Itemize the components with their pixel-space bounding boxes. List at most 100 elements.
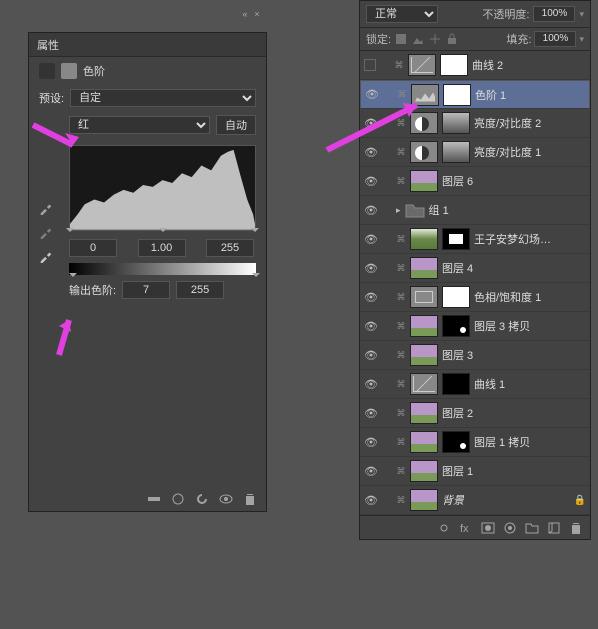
layer-name[interactable]: 图层 2: [442, 405, 473, 421]
white-point-eyedropper-icon[interactable]: [39, 249, 53, 263]
opacity-field[interactable]: 100%: [533, 6, 575, 22]
layer-name[interactable]: 王子安梦幻场…: [474, 231, 551, 247]
layer-row[interactable]: 👁⌘背景🔒: [360, 486, 590, 515]
fill-field[interactable]: 100%: [534, 31, 576, 47]
input-gamma-field[interactable]: 1.00: [138, 239, 186, 257]
group-expand-icon[interactable]: ▸: [396, 205, 401, 216]
layer-row[interactable]: 👁⌘色相/饱和度 1: [360, 283, 590, 312]
layer-row[interactable]: 👁⌘色阶 1: [360, 80, 590, 109]
link-layers-icon[interactable]: [436, 520, 452, 536]
layer-name[interactable]: 曲线 2: [472, 57, 503, 73]
group-icon[interactable]: [524, 520, 540, 536]
layer-thumbnail[interactable]: [410, 286, 438, 308]
input-white-field[interactable]: 255: [206, 239, 254, 257]
output-white-field[interactable]: 255: [176, 281, 224, 299]
layer-row[interactable]: 👁⌘图层 2: [360, 399, 590, 428]
visibility-toggle-icon[interactable]: 👁: [364, 203, 378, 217]
layer-row[interactable]: 👁⌘图层 1: [360, 457, 590, 486]
layer-name[interactable]: 图层 6: [442, 173, 473, 189]
visibility-toggle-icon[interactable]: 👁: [364, 145, 378, 159]
delete-icon[interactable]: [242, 491, 258, 507]
collapse-icon[interactable]: «: [240, 9, 250, 19]
visibility-toggle-icon[interactable]: 👁: [364, 377, 378, 391]
layer-name[interactable]: 色相/饱和度 1: [474, 289, 541, 305]
layer-row[interactable]: 👁⌘王子安梦幻场…: [360, 225, 590, 254]
layer-row[interactable]: 👁⌘亮度/对比度 1: [360, 138, 590, 167]
layer-mask-thumbnail[interactable]: [442, 286, 470, 308]
layer-row[interactable]: 👁⌘亮度/对比度 2: [360, 109, 590, 138]
histogram-display[interactable]: [69, 145, 256, 231]
black-point-eyedropper-icon[interactable]: [39, 201, 53, 215]
visibility-toggle-icon[interactable]: 👁: [364, 348, 378, 362]
visibility-toggle-icon[interactable]: 👁: [365, 88, 379, 102]
layer-checkbox[interactable]: [364, 59, 376, 71]
mask-icon[interactable]: [61, 63, 77, 79]
gray-point-eyedropper-icon[interactable]: [39, 225, 53, 239]
layer-name[interactable]: 图层 1: [442, 463, 473, 479]
layer-name[interactable]: 图层 3 拷贝: [474, 318, 530, 334]
layer-thumbnail[interactable]: [411, 84, 439, 106]
layer-mask-thumbnail[interactable]: [442, 112, 470, 134]
layer-thumbnail[interactable]: [410, 344, 438, 366]
layer-thumbnail[interactable]: [410, 489, 438, 511]
output-black-slider[interactable]: [69, 273, 77, 281]
output-white-slider[interactable]: [252, 273, 260, 281]
new-layer-icon[interactable]: [546, 520, 562, 536]
fx-icon[interactable]: fx: [458, 520, 474, 536]
layer-thumbnail[interactable]: [410, 460, 438, 482]
layer-mask-thumbnail[interactable]: [440, 54, 468, 76]
layer-name[interactable]: 图层 3: [442, 347, 473, 363]
visibility-toggle-icon[interactable]: 👁: [364, 464, 378, 478]
visibility-toggle-icon[interactable]: 👁: [364, 261, 378, 275]
layer-thumbnail[interactable]: [410, 431, 438, 453]
midtone-slider[interactable]: [159, 228, 167, 236]
visibility-toggle-icon[interactable]: 👁: [364, 116, 378, 130]
visibility-icon[interactable]: [218, 491, 234, 507]
adjustment-add-icon[interactable]: [502, 520, 518, 536]
layer-thumbnail[interactable]: [410, 228, 438, 250]
blend-mode-select[interactable]: 正常: [366, 5, 438, 23]
layer-row[interactable]: 👁⌘图层 6: [360, 167, 590, 196]
visibility-toggle-icon[interactable]: 👁: [364, 232, 378, 246]
visibility-toggle-icon[interactable]: 👁: [364, 290, 378, 304]
visibility-toggle-icon[interactable]: 👁: [364, 493, 378, 507]
layer-mask-thumbnail[interactable]: [442, 373, 470, 395]
layer-mask-thumbnail[interactable]: [442, 315, 470, 337]
visibility-toggle-icon[interactable]: 👁: [364, 406, 378, 420]
layer-name[interactable]: 亮度/对比度 2: [474, 115, 541, 131]
clip-to-layer-icon[interactable]: [146, 491, 162, 507]
layer-name[interactable]: 组 1: [429, 202, 449, 218]
lock-transparent-icon[interactable]: [394, 32, 408, 46]
layer-name[interactable]: 图层 4: [442, 260, 473, 276]
layer-row[interactable]: ⌘曲线 2: [360, 51, 590, 80]
layer-row[interactable]: 👁⌘图层 1 拷贝: [360, 428, 590, 457]
fill-dropdown-icon[interactable]: ▾: [579, 34, 584, 45]
layer-name[interactable]: 背景: [442, 492, 464, 508]
levels-adjustment-icon[interactable]: [39, 63, 55, 79]
lock-position-icon[interactable]: [428, 32, 442, 46]
layer-name[interactable]: 色阶 1: [475, 87, 506, 103]
layer-thumbnail[interactable]: [410, 402, 438, 424]
lock-image-icon[interactable]: [411, 32, 425, 46]
auto-button[interactable]: 自动: [216, 115, 256, 135]
reset-icon[interactable]: [194, 491, 210, 507]
shadow-slider[interactable]: [66, 228, 74, 236]
layer-thumbnail[interactable]: [410, 170, 438, 192]
layer-thumbnail[interactable]: [410, 141, 438, 163]
layer-name[interactable]: 图层 1 拷贝: [474, 434, 530, 450]
layer-mask-thumbnail[interactable]: [443, 84, 471, 106]
layer-name[interactable]: 亮度/对比度 1: [474, 144, 541, 160]
input-black-field[interactable]: 0: [69, 239, 117, 257]
layer-mask-thumbnail[interactable]: [442, 228, 470, 250]
layer-row[interactable]: 👁⌘图层 4: [360, 254, 590, 283]
layer-thumbnail[interactable]: [410, 315, 438, 337]
layer-mask-thumbnail[interactable]: [442, 141, 470, 163]
trash-icon[interactable]: [568, 520, 584, 536]
view-previous-icon[interactable]: [170, 491, 186, 507]
layer-row[interactable]: 👁⌘曲线 1: [360, 370, 590, 399]
visibility-toggle-icon[interactable]: 👁: [364, 174, 378, 188]
channel-select[interactable]: 红: [69, 116, 210, 134]
layer-thumbnail[interactable]: [410, 112, 438, 134]
preset-select[interactable]: 自定: [70, 89, 256, 107]
visibility-toggle-icon[interactable]: 👁: [364, 319, 378, 333]
